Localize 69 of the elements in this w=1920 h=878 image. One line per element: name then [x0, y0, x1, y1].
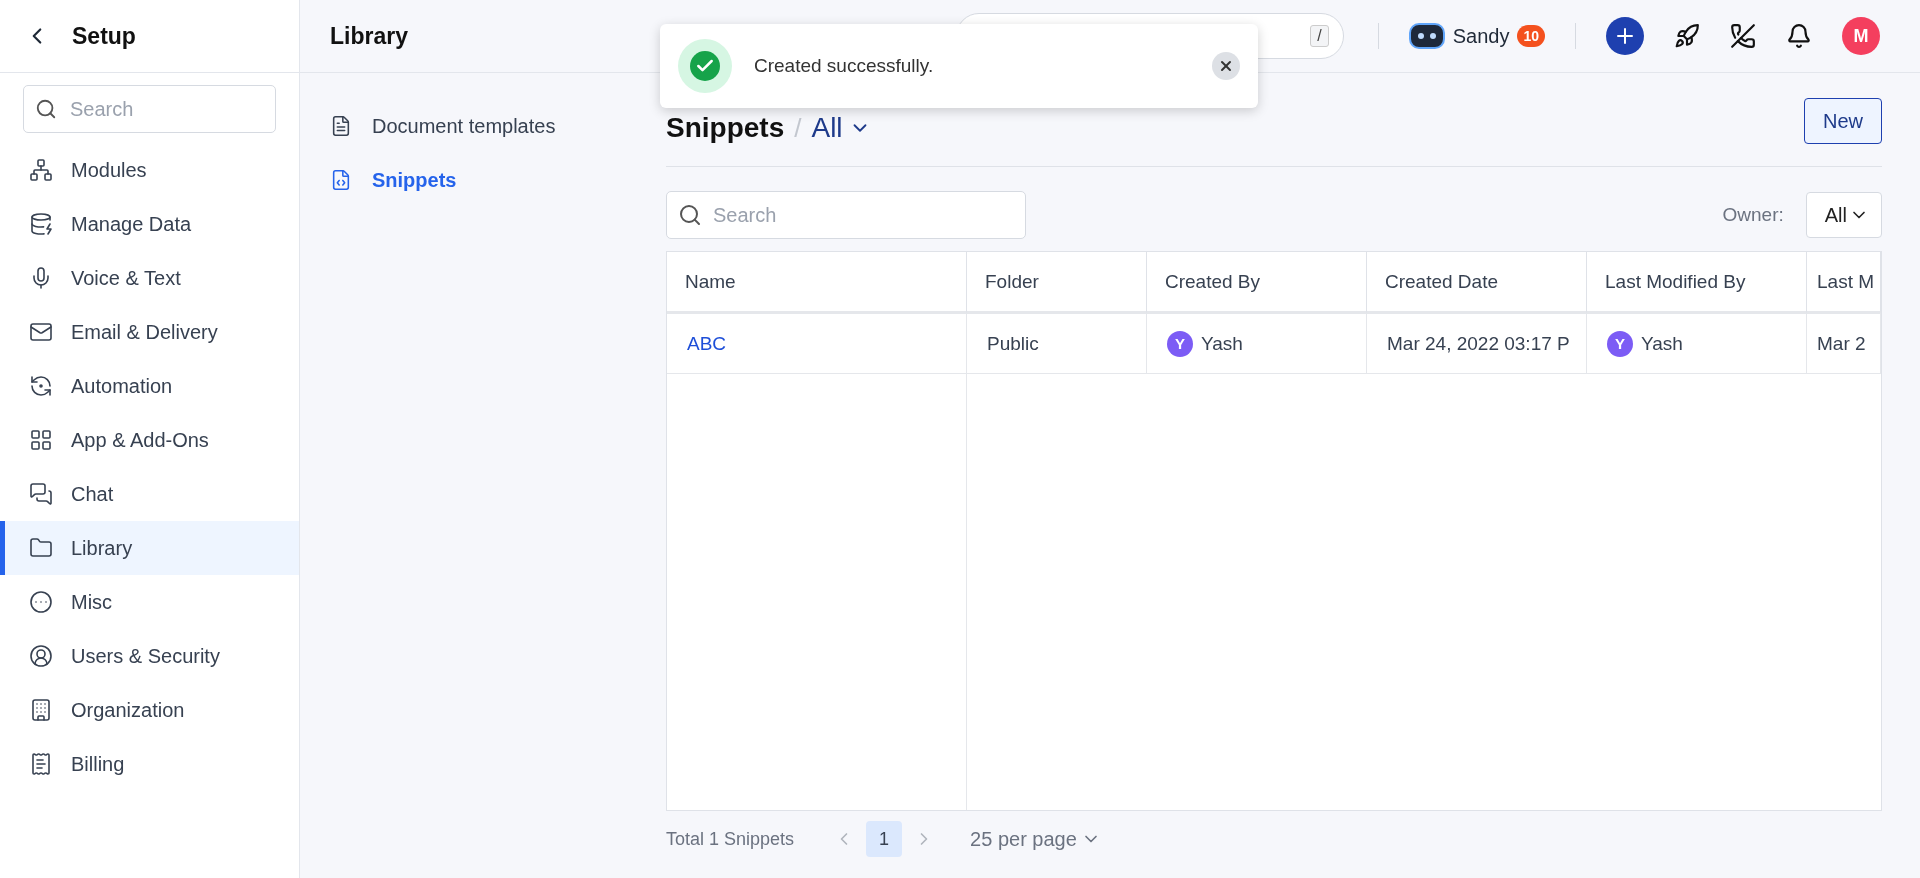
column-header: Folder: [967, 252, 1147, 314]
rocket-icon[interactable]: [1674, 23, 1700, 49]
hierarchy-icon: [29, 158, 53, 182]
section-title: Library: [330, 22, 408, 50]
bell-icon[interactable]: [1786, 23, 1812, 49]
sidebar-item[interactable]: App & Add-Ons: [0, 413, 299, 467]
page-title: Snippets: [666, 112, 785, 144]
search-icon: [678, 203, 702, 227]
sidebar-item[interactable]: Manage Data: [0, 197, 299, 251]
column-header: Last M: [1807, 252, 1881, 314]
total-count: Total 1 Snippets: [666, 828, 795, 850]
count-badge: 10: [1517, 25, 1545, 47]
dots-icon: [29, 590, 53, 614]
sidebar-item[interactable]: Misc: [0, 575, 299, 629]
avatar: Y: [1167, 330, 1193, 357]
success-icon: [678, 39, 732, 93]
sidebar-item[interactable]: Chat: [0, 467, 299, 521]
chat-icon: [29, 482, 53, 506]
nav-item[interactable]: Document templates: [300, 99, 640, 153]
toast-message: Created successfully.: [754, 55, 935, 77]
search-icon: [35, 98, 57, 120]
user-icon: [29, 644, 53, 668]
table-cell: Mar 24, 2022 03:17 P: [1367, 314, 1587, 374]
new-button[interactable]: New: [1804, 98, 1882, 144]
column-header: Created Date: [1367, 252, 1587, 314]
phone-off-icon[interactable]: [1730, 23, 1756, 49]
table-cell: Public: [967, 314, 1147, 374]
table-cell: Yash: [1641, 332, 1683, 355]
search-field[interactable]: Search: [23, 85, 276, 133]
sidebar-item[interactable]: Organization: [0, 683, 299, 737]
nav-item[interactable]: Snippets: [300, 153, 640, 207]
sidebar-item[interactable]: Automation: [0, 359, 299, 413]
building-icon: [29, 698, 53, 722]
close-button[interactable]: [1212, 52, 1240, 80]
code-file-icon: [330, 169, 352, 191]
avatar: Y: [1607, 330, 1633, 357]
table-cell: Yash: [1201, 332, 1243, 355]
search-field[interactable]: Search: [666, 191, 1026, 239]
database-icon: [29, 212, 53, 236]
sidebar-item[interactable]: Voice & Text: [0, 251, 299, 305]
view-filter[interactable]: All: [811, 112, 871, 144]
folder-icon: [29, 536, 53, 560]
avatar[interactable]: M: [1842, 17, 1880, 55]
sidebar-title: Setup: [72, 22, 136, 50]
grid-icon: [29, 428, 53, 452]
column-header: Created By: [1147, 252, 1367, 314]
envelope-icon: [29, 320, 53, 344]
receipt-icon: [29, 752, 53, 776]
table-cell: Mar 2: [1807, 314, 1881, 374]
page-button[interactable]: 1: [866, 821, 903, 857]
sidebar-item[interactable]: Modules: [0, 143, 299, 197]
robot-icon: [1408, 23, 1445, 49]
document-icon: [330, 115, 352, 137]
breadcrumb-separator: /: [794, 112, 802, 144]
close-icon: [1218, 58, 1234, 74]
cycle-icon: [29, 374, 53, 398]
add-button[interactable]: [1606, 17, 1644, 55]
column-header: Last Modified By: [1587, 252, 1807, 314]
column-header: Name: [667, 252, 967, 314]
page-size-select[interactable]: 25 per page: [964, 826, 1107, 852]
sidebar-item[interactable]: Library: [0, 521, 299, 575]
owner-select[interactable]: All: [1805, 192, 1882, 238]
sidebar-item[interactable]: Users & Security: [0, 629, 299, 683]
sidebar-item[interactable]: Billing: [0, 737, 299, 791]
user-name: Sandy: [1452, 24, 1510, 48]
snippet-link[interactable]: ABC: [687, 332, 727, 355]
owner-label: Owner:: [1722, 204, 1784, 226]
sidebar-item[interactable]: Email & Delivery: [0, 305, 299, 359]
shortcut-key: /: [1310, 25, 1329, 47]
